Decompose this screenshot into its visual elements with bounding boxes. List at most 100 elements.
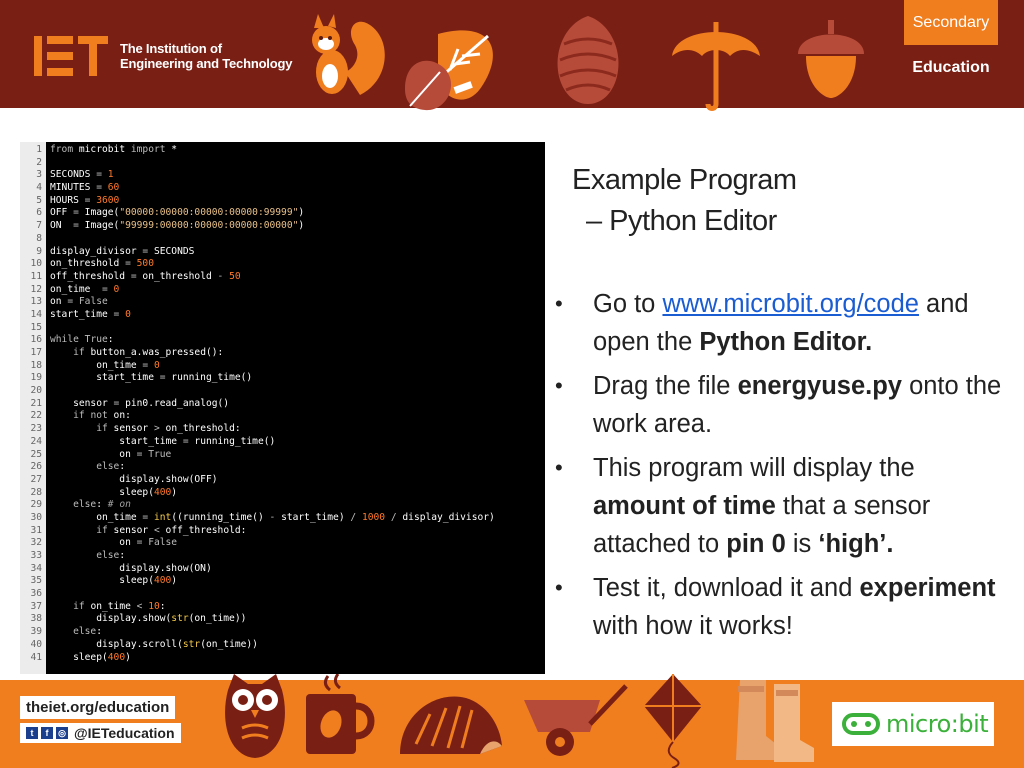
line-number: 7 — [36, 220, 42, 232]
line-number: 26 — [30, 461, 42, 473]
code-text: on_time = int((running_time() - start_ti… — [50, 511, 495, 523]
line-number: 28 — [30, 486, 42, 498]
code-text: on = False — [50, 296, 108, 308]
code-text: display.show(ON) — [50, 562, 212, 574]
bullet-text: with how it works! — [593, 612, 793, 640]
code-line: 40 display.scroll(str(on_time)) — [20, 639, 545, 652]
microbit-wordmark: micro:bit — [886, 710, 989, 738]
code-line: 14 start_time = 0 — [20, 309, 545, 322]
line-number: 13 — [30, 296, 42, 308]
code-text: sensor = pin0.read_analog() — [50, 397, 230, 409]
code-line: 33 else: — [20, 550, 545, 563]
badge-secondary: Secondary — [904, 0, 998, 45]
code-line: 39 else: — [20, 626, 545, 639]
bullet-text: is — [785, 530, 819, 558]
iet-logo[interactable]: The Institution of Engineering and Techn… — [34, 36, 292, 76]
facebook-icon[interactable]: f — [41, 727, 53, 739]
code-line: 17 if button_a.was_pressed(): — [20, 347, 545, 360]
microbit-logo[interactable]: micro:bit — [832, 702, 994, 746]
code-text: while True: — [50, 334, 114, 346]
code-line: 12 on_time = 0 — [20, 284, 545, 297]
code-text: sleep(400) — [50, 651, 131, 663]
code-text: on = False — [50, 537, 178, 549]
code-text: OFF = Image("00000:00000:00000:00000:999… — [50, 207, 305, 219]
line-number: 37 — [30, 600, 42, 612]
code-line: 34 display.show(ON) — [20, 563, 545, 576]
code-line: 27 display.show(OFF) — [20, 474, 545, 487]
line-number: 36 — [30, 588, 42, 600]
line-number: 33 — [30, 550, 42, 561]
twitter-icon[interactable]: t — [26, 727, 38, 739]
code-text: if button_a.was_pressed(): — [73, 347, 224, 358]
code-line: 22 if not on: — [20, 410, 545, 423]
code-line: 37 if on_time < 10: — [20, 601, 545, 614]
line-number: 39 — [30, 626, 42, 638]
code-text: else: — [96, 461, 126, 473]
code-line: 8 — [20, 233, 545, 246]
header-banner: The Institution of Engineering and Techn… — [0, 0, 1024, 111]
line-number: 34 — [30, 562, 42, 574]
bullet-text: Go to — [593, 290, 663, 318]
line-number: 4 — [36, 182, 42, 194]
kite-icon — [644, 674, 702, 768]
line-number: 5 — [36, 194, 42, 206]
education-url[interactable]: theiet.org/education — [20, 696, 176, 719]
bullet-bold: ‘high’. — [818, 530, 894, 558]
code-line: 28 sleep(400) — [20, 487, 545, 500]
code-line: 38 display.show(str(on_time)) — [20, 613, 545, 626]
line-number: 2 — [36, 156, 42, 168]
code-text: on_time = 0 — [50, 359, 160, 371]
code-text: display.scroll(str(on_time)) — [50, 638, 258, 650]
line-number: 14 — [30, 308, 42, 320]
line-number: 9 — [36, 245, 42, 257]
code-text: on = True — [50, 448, 172, 460]
line-number: 40 — [30, 638, 42, 650]
line-number: 18 — [30, 359, 42, 371]
code-text: on_time = 0 — [50, 283, 120, 295]
line-number: 10 — [30, 258, 42, 270]
iet-name-line2: Engineering and Technology — [120, 56, 293, 71]
bullet-bold: pin 0 — [726, 530, 786, 558]
instagram-icon[interactable]: ◎ — [56, 727, 68, 739]
code-text: SECONDS = 1 — [50, 169, 114, 181]
code-line: 31 if sensor < off_threshold: — [20, 525, 545, 538]
owl-icon — [225, 674, 285, 758]
code-line: 24 start_time = running_time() — [20, 436, 545, 449]
code-text: else: # on — [73, 499, 131, 511]
code-line: 19 start_time = running_time() — [20, 372, 545, 385]
bullet-text: Drag the file — [593, 372, 738, 400]
wheelbarrow-icon — [524, 684, 628, 756]
badge-education: Education — [904, 45, 998, 90]
code-line: 26 else: — [20, 461, 545, 474]
code-line: 25 on = True — [20, 449, 545, 462]
bullet-text: Test it, download it and — [593, 574, 860, 602]
code-text: if sensor < off_threshold: — [96, 524, 247, 536]
acorn-icon — [798, 20, 864, 98]
squirrel-icon — [312, 14, 385, 95]
bullet-bold: Python Editor. — [699, 328, 873, 356]
line-number: 6 — [36, 207, 42, 219]
code-line: 21 sensor = pin0.read_analog() — [20, 398, 545, 411]
code-text: start_time = 0 — [50, 308, 131, 320]
code-line: 6 OFF = Image("00000:00000:00000:00000:99… — [20, 207, 545, 220]
code-text: HOURS = 3600 — [50, 194, 120, 206]
code-line: 1 from microbit import * — [20, 144, 545, 157]
line-number: 35 — [30, 575, 42, 587]
slide-title: Example Program – Python Editor — [572, 160, 797, 242]
line-number: 38 — [30, 613, 42, 625]
line-number: 32 — [30, 537, 42, 549]
code-line: 4 MINUTES = 60 — [20, 182, 545, 195]
microbit-code-link[interactable]: www.microbit.org/code — [662, 290, 919, 318]
code-text: from microbit import * — [50, 144, 178, 155]
code-text: display_divisor = SECONDS — [50, 245, 195, 257]
code-line: 13 on = False — [20, 296, 545, 309]
bullet-bold: experiment — [859, 574, 996, 602]
secondary-education-badge: Secondary Education — [904, 0, 998, 90]
code-line: 9 display_divisor = SECONDS — [20, 246, 545, 259]
code-line: 41 sleep(400) — [20, 652, 545, 665]
line-number: 1 — [36, 144, 42, 155]
social-handle: @IETeducation — [74, 725, 175, 741]
bullet-bold: amount of time — [593, 492, 776, 520]
